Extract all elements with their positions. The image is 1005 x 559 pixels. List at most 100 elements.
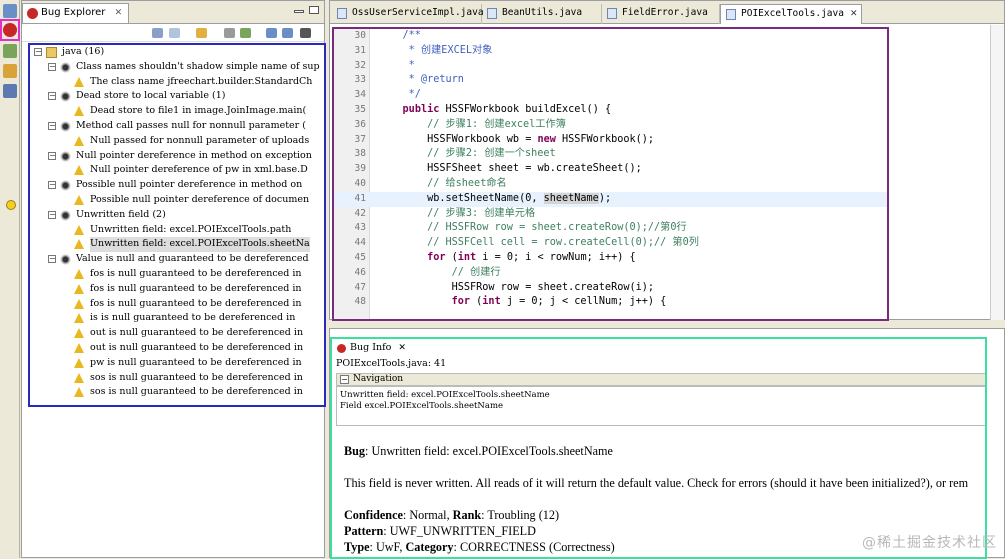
code-line: 43 // HSSFRow row = sheet.createRow(0);/… [334, 221, 887, 236]
tab-bug-explorer[interactable]: Bug Explorer ✕ [22, 3, 130, 23]
expand-all-icon[interactable] [266, 28, 277, 38]
tasks-icon[interactable] [3, 84, 17, 98]
tree-item-label: Value is null and guaranteed to be deref… [76, 253, 309, 265]
bug-icon [60, 91, 71, 103]
tree-item[interactable]: − Method call passes null for nonnull par… [30, 119, 324, 134]
refresh-icon[interactable] [169, 28, 180, 38]
filter-icon[interactable] [152, 28, 163, 38]
warning-icon [74, 239, 84, 250]
collapse-all-icon[interactable] [282, 28, 293, 38]
tree-item[interactable]: − Class names shouldn't shadow simple nam… [30, 60, 324, 75]
warning-icon [74, 135, 84, 146]
tree-item[interactable]: Dead store to file1 in image.JoinImage.m… [30, 104, 324, 119]
tab-label: FieldError.java [622, 7, 708, 18]
tree-item[interactable]: − Unwritten field (2) [30, 208, 324, 223]
pattern-value: : UWF_UNWRITTEN_FIELD [383, 524, 536, 538]
tree-item[interactable]: − Dead store to local variable (1) [30, 89, 324, 104]
minimize-icon[interactable] [294, 10, 304, 13]
collapse-toggle-icon[interactable]: − [48, 151, 56, 160]
tree-item[interactable]: fos is null guaranteed to be dereference… [30, 297, 324, 312]
close-icon[interactable]: ✕ [398, 343, 406, 353]
collapse-toggle-icon[interactable]: − [48, 255, 56, 264]
bug-icon [60, 61, 71, 73]
code-token: j = 0; j < cellNum; j++) { [500, 296, 667, 308]
code-text: HSSFSheet sheet = wb.createSheet(); [378, 162, 642, 177]
hierarchy-icon[interactable] [3, 44, 17, 58]
tree-item[interactable]: sos is null guaranteed to be dereference… [30, 385, 324, 400]
package-explorer-icon[interactable] [3, 4, 17, 18]
tree-item[interactable]: fos is null guaranteed to be dereference… [30, 282, 324, 297]
tree-item[interactable]: Possible null pointer dereference of doc… [30, 193, 324, 208]
tree-item[interactable]: Unwritten field: excel.POIExcelTools.she… [30, 237, 324, 253]
code-line: 39 HSSFSheet sheet = wb.createSheet(); [334, 162, 887, 177]
bug-marker-icon[interactable] [6, 200, 16, 210]
close-icon[interactable]: ✕ [850, 9, 858, 19]
java-file-icon [607, 8, 617, 19]
collapse-toggle-icon[interactable]: − [48, 121, 56, 130]
settings-icon[interactable] [240, 28, 251, 38]
navigation-item[interactable]: Unwritten field: excel.POIExcelTools.she… [340, 390, 983, 401]
navigation-header[interactable]: − Navigation [336, 373, 985, 386]
sort-icon[interactable] [224, 28, 235, 38]
line-number: 41 [354, 192, 366, 204]
view-menu-icon[interactable] [300, 28, 311, 38]
keyword-token: public [402, 103, 440, 115]
tree-item[interactable]: The class name jfreechart.builder.Standa… [30, 75, 324, 90]
navigation-list: Unwritten field: excel.POIExcelTools.she… [336, 386, 985, 426]
navigation-item[interactable]: Field excel.POIExcelTools.sheetName [340, 401, 983, 412]
confidence-line: Confidence: Normal, Rank: Troubling (12) [344, 507, 985, 523]
collapse-toggle-icon[interactable]: − [48, 210, 56, 219]
code-token: ( [445, 251, 458, 263]
tree-item[interactable]: − Value is null and guaranteed to be dere… [30, 252, 324, 267]
tree-item[interactable]: sos is null guaranteed to be dereference… [30, 371, 324, 386]
tree-item-label: sos is null guaranteed to be dereference… [90, 371, 303, 383]
keyword-token: for [427, 251, 446, 263]
code-line: 42 // 步骤3: 创建单元格 [334, 207, 887, 222]
outline-icon[interactable] [3, 64, 17, 78]
group-icon[interactable] [196, 28, 207, 38]
collapse-toggle-icon[interactable]: − [48, 92, 56, 101]
code-area[interactable]: 30 /** 31 * 创建EXCEL对象 32 * 33 * @return 34 *… [332, 27, 889, 321]
perspective-toolbar [0, 0, 20, 558]
tab-bug-info[interactable]: Bug Info ✕ [334, 341, 412, 357]
tree-item[interactable]: − Possible null pointer dereference in me… [30, 178, 324, 193]
tree-item[interactable]: − java (16) [30, 45, 324, 60]
tree-item[interactable]: out is null guaranteed to be dereference… [30, 341, 324, 356]
tree-item-label: fos is null guaranteed to be dereference… [90, 267, 302, 279]
close-icon[interactable]: ✕ [115, 8, 123, 18]
line-number: 32 [354, 59, 366, 71]
warning-icon [74, 357, 84, 368]
line-number: 43 [354, 222, 366, 234]
warning-icon [74, 224, 84, 235]
tree-item[interactable]: fos is null guaranteed to be dereference… [30, 267, 324, 282]
bug-icon [60, 254, 71, 266]
tree-item-label: fos is null guaranteed to be dereference… [90, 297, 302, 309]
maximize-icon[interactable] [309, 6, 319, 14]
tree-item[interactable]: − Null pointer dereference in method on e… [30, 149, 324, 164]
tree-item[interactable]: out is null guaranteed to be dereference… [30, 326, 324, 341]
line-number: 30 [354, 30, 366, 41]
tree-item-label: Dead store to local variable (1) [76, 90, 226, 102]
tree-item[interactable]: Unwritten field: excel.POIExcelTools.pat… [30, 223, 324, 238]
tab-editor-file[interactable]: OssUserServiceImpl.java [332, 4, 484, 24]
tree-item[interactable]: Null pointer dereference of pw in xml.ba… [30, 163, 324, 178]
tree-item[interactable]: pw is null guaranteed to be dereferenced… [30, 356, 324, 371]
code-line: 48 for (int j = 0; j < cellNum; j++) { [334, 295, 887, 310]
collapse-toggle-icon[interactable]: − [34, 48, 42, 56]
tab-editor-file[interactable]: FieldError.java [602, 4, 720, 24]
collapse-toggle-icon[interactable]: − [48, 181, 56, 190]
code-token: HSSFWorkbook wb = [378, 133, 538, 145]
tree-item[interactable]: is is null guaranteed to be dereferenced… [30, 311, 324, 326]
keyword-token: new [537, 133, 556, 145]
collapse-icon[interactable]: − [340, 375, 349, 384]
tree-item[interactable]: Null passed for nonnull parameter of upl… [30, 134, 324, 149]
tree-item-label: The class name jfreechart.builder.Standa… [90, 75, 313, 87]
tab-editor-file[interactable]: BeanUtils.java [482, 4, 602, 24]
editor-scrollbar[interactable] [990, 25, 1004, 320]
keyword-token: int [457, 251, 477, 263]
line-number: 47 [354, 281, 366, 293]
tab-editor-file[interactable]: POIExcelTools.java ✕ [720, 4, 862, 24]
code-line: 32 * [334, 59, 887, 74]
tab-bug-info-label: Bug Info [350, 342, 392, 353]
collapse-toggle-icon[interactable]: − [48, 62, 56, 71]
